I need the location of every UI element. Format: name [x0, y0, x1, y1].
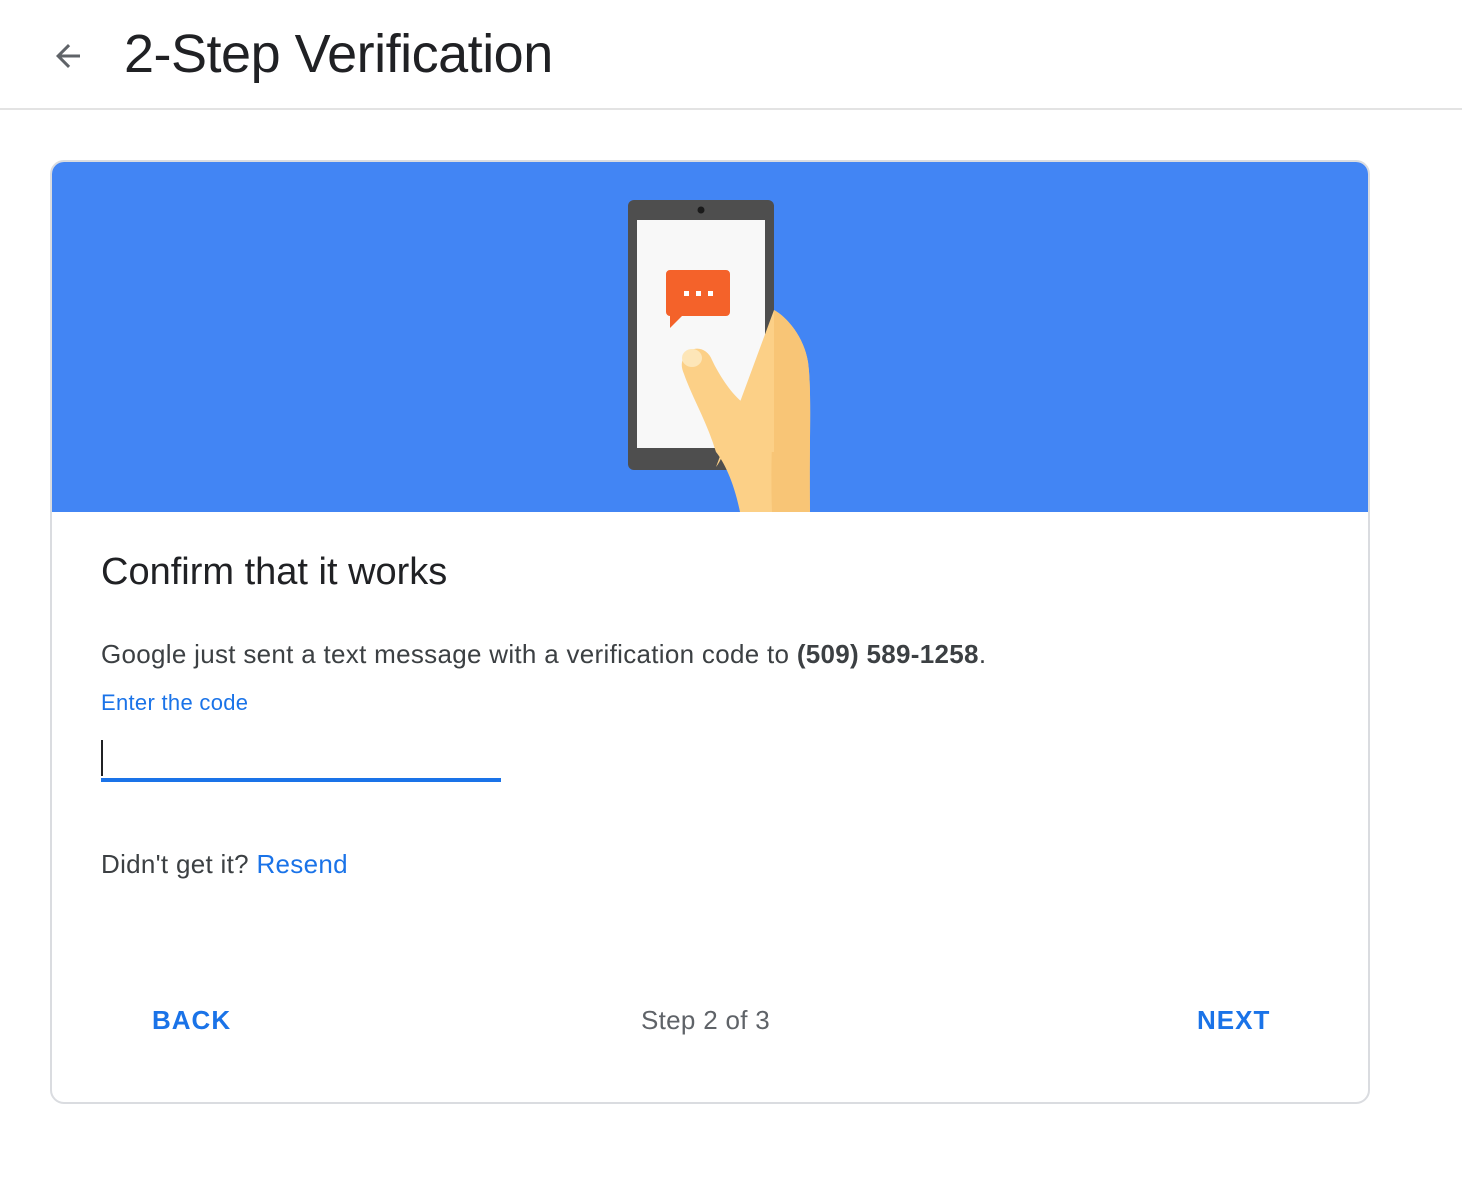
verification-code-input[interactable] — [101, 732, 501, 782]
step-indicator: Step 2 of 3 — [641, 1005, 771, 1035]
resend-prompt: Didn't get it? — [101, 849, 257, 879]
page-title: 2-Step Verification — [124, 24, 553, 84]
phone-number: (509) 589-1258 — [796, 639, 979, 669]
message-text: Google just sent a text message with a v… — [101, 639, 797, 669]
page-header: 2-Step Verification — [0, 0, 1462, 110]
phone-illustration-banner — [52, 162, 1368, 512]
arrow-back-icon[interactable] — [44, 32, 92, 80]
verification-card: Confirm that it works Google just sent a… — [50, 160, 1370, 1104]
resend-row: Didn't get it? Resend — [101, 846, 348, 882]
resend-link[interactable]: Resend — [256, 849, 347, 879]
phone-text-message-illustration — [628, 200, 811, 512]
next-button[interactable]: NEXT — [1197, 1000, 1270, 1040]
message-suffix: . — [978, 639, 987, 669]
verification-message: Google just sent a text message with a v… — [101, 636, 986, 672]
back-button[interactable]: BACK — [152, 1000, 231, 1040]
card-title: Confirm that it works — [101, 551, 448, 593]
text-cursor — [101, 740, 103, 776]
code-field-label: Enter the code — [101, 690, 249, 715]
